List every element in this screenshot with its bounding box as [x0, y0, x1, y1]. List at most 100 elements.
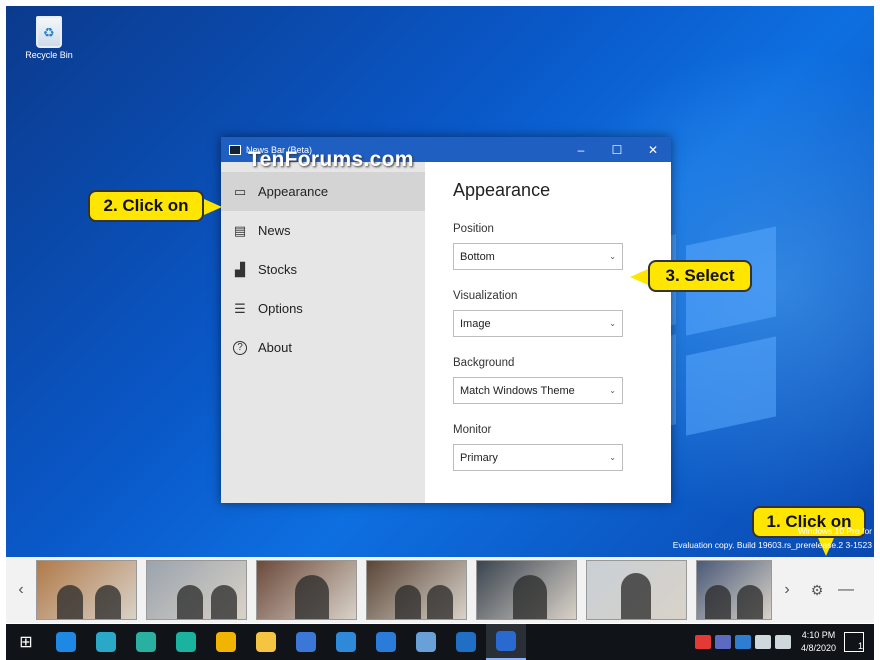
news-thumbnails [36, 560, 772, 620]
notification-count: 1 [857, 641, 863, 651]
previous-arrow-icon[interactable]: ‹ [6, 581, 36, 599]
app-icon [229, 144, 241, 155]
tray-icon[interactable] [754, 635, 771, 649]
monitor-label: Monitor [453, 424, 492, 436]
callout-text: 2. Click on [103, 196, 189, 215]
minimize-button[interactable]: – [563, 143, 599, 157]
notification-center-icon[interactable]: 1 [844, 632, 864, 652]
sidebar-item-label: Options [258, 301, 303, 316]
system-tray: 4:10 PM 4/8/2020 1 [693, 629, 874, 655]
sidebar-item-news[interactable]: ▤ News [221, 211, 425, 250]
background-label: Background [453, 357, 515, 369]
taskbar-app-button[interactable] [246, 624, 286, 660]
taskbar-app-button[interactable] [486, 624, 526, 660]
tray-icon[interactable] [694, 635, 711, 649]
news-thumbnail[interactable] [586, 560, 687, 620]
eval-line-1: Windows 10 Pro for [797, 526, 872, 536]
monitor-dropdown[interactable]: Primary ⌄ [453, 444, 623, 471]
evaluation-watermark: Windows 10 Pro for Evaluation copy. Buil… [673, 524, 872, 552]
app-icon [416, 632, 436, 652]
app-icon [376, 632, 396, 652]
taskbar: ⊞ 4:10 PM 4/8/2020 1 [6, 624, 874, 660]
settings-sidebar: ▭ Appearance ▤ News ▟ Stocks ☰ Options ?… [221, 162, 425, 503]
sidebar-item-label: Stocks [258, 262, 298, 277]
tray-icon[interactable] [774, 635, 791, 649]
sidebar-item-about[interactable]: ? About [221, 328, 425, 367]
news-thumbnail[interactable] [146, 560, 247, 620]
news-thumbnail[interactable] [366, 560, 467, 620]
sidebar-item-stocks[interactable]: ▟ Stocks [221, 250, 425, 289]
taskbar-app-button[interactable] [446, 624, 486, 660]
page-title: Appearance [453, 180, 551, 200]
stocks-icon: ▟ [235, 261, 245, 277]
gear-icon[interactable]: ⚙ [802, 582, 832, 599]
taskbar-app-button[interactable] [326, 624, 366, 660]
taskbar-pinned-apps [46, 624, 526, 660]
background-dropdown[interactable]: Match Windows Theme ⌄ [453, 377, 623, 404]
recycle-bin-icon [36, 16, 62, 48]
sidebar-item-label: About [258, 340, 292, 355]
tray-icon[interactable] [734, 635, 751, 649]
app-icon [256, 632, 276, 652]
visualization-label: Visualization [453, 290, 518, 302]
taskbar-app-button[interactable] [366, 624, 406, 660]
callout-pointer [204, 199, 222, 215]
taskbar-app-button[interactable] [406, 624, 446, 660]
app-icon [496, 631, 516, 651]
taskbar-app-button[interactable] [206, 624, 246, 660]
chevron-down-icon: ⌄ [609, 319, 616, 328]
app-icon [176, 632, 196, 652]
news-thumbnail[interactable] [476, 560, 577, 620]
position-value: Bottom [460, 250, 495, 263]
close-button[interactable]: ✕ [635, 143, 671, 157]
sidebar-item-options[interactable]: ☰ Options [221, 289, 425, 328]
monitor-value: Primary [460, 451, 498, 464]
chevron-down-icon: ⌄ [609, 453, 616, 462]
app-icon [296, 632, 316, 652]
taskbar-app-button[interactable] [166, 624, 206, 660]
help-icon: ? [233, 340, 247, 355]
sidebar-item-appearance[interactable]: ▭ Appearance [221, 172, 425, 211]
news-thumbnail[interactable] [36, 560, 137, 620]
background-value: Match Windows Theme [460, 384, 575, 397]
taskbar-app-button[interactable] [126, 624, 166, 660]
recycle-bin-label: Recycle Bin [25, 50, 73, 60]
recycle-bin-shortcut[interactable]: Recycle Bin [20, 16, 78, 60]
settings-content: Appearance Position Bottom ⌄ Visualizati… [425, 162, 671, 503]
news-bar: ‹ › ⚙ — [6, 557, 874, 623]
app-icon [96, 632, 116, 652]
maximize-button[interactable]: ☐ [599, 143, 635, 157]
eval-line-2: Evaluation copy. Build 19603.rs_prerelea… [672, 540, 872, 550]
callout-text: 3. Select [665, 266, 735, 285]
taskbar-app-button[interactable] [46, 624, 86, 660]
news-thumbnail[interactable] [696, 560, 772, 620]
minimize-bar-icon[interactable]: — [832, 581, 860, 599]
tray-icon[interactable] [714, 635, 731, 649]
clock-date: 4/8/2020 [800, 643, 836, 653]
news-thumbnail[interactable] [256, 560, 357, 620]
visualization-dropdown[interactable]: Image ⌄ [453, 310, 623, 337]
chevron-down-icon: ⌄ [609, 386, 616, 395]
watermark: TenForums.com [248, 148, 414, 171]
app-icon [136, 632, 156, 652]
callout-pointer [630, 269, 648, 285]
app-icon [56, 632, 76, 652]
position-dropdown[interactable]: Bottom ⌄ [453, 243, 623, 270]
app-icon [456, 632, 476, 652]
sliders-icon: ☰ [234, 300, 246, 316]
clock[interactable]: 4:10 PM 4/8/2020 [801, 629, 836, 655]
next-arrow-icon[interactable]: › [772, 581, 802, 599]
clock-time: 4:10 PM [801, 630, 836, 640]
taskbar-app-button[interactable] [86, 624, 126, 660]
app-icon [336, 632, 356, 652]
callout-step-2: 2. Click on [88, 190, 222, 222]
position-label: Position [453, 223, 494, 235]
monitor-icon: ▭ [233, 183, 247, 199]
start-button[interactable]: ⊞ [6, 624, 46, 660]
tray-icons [693, 635, 793, 649]
news-bar-settings-window: News Bar (Beta) – ☐ ✕ ▭ Appearance ▤ New… [221, 137, 671, 503]
app-icon [216, 632, 236, 652]
chevron-down-icon: ⌄ [609, 252, 616, 261]
windows-logo-icon: ⊞ [19, 634, 33, 651]
taskbar-app-button[interactable] [286, 624, 326, 660]
